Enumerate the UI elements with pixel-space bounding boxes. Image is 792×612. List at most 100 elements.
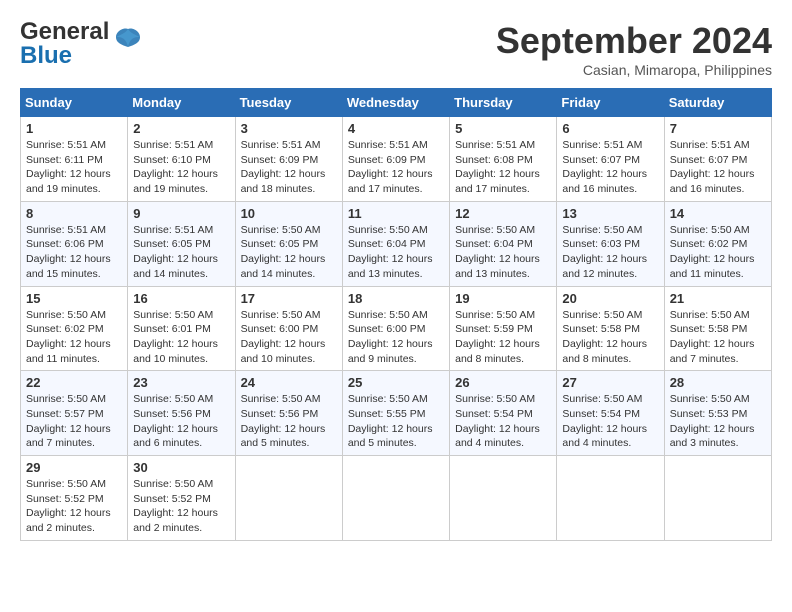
calendar-cell: 28 Sunrise: 5:50 AM Sunset: 5:53 PM Dayl… [664, 371, 771, 456]
calendar-cell: 5 Sunrise: 5:51 AM Sunset: 6:08 PM Dayli… [450, 117, 557, 202]
day-number: 16 [133, 291, 229, 306]
calendar-cell: 8 Sunrise: 5:51 AM Sunset: 6:06 PM Dayli… [21, 201, 128, 286]
col-sunday: Sunday [21, 89, 128, 117]
calendar-week-3: 15 Sunrise: 5:50 AM Sunset: 6:02 PM Dayl… [21, 286, 772, 371]
day-number: 15 [26, 291, 122, 306]
day-number: 1 [26, 121, 122, 136]
day-number: 25 [348, 375, 444, 390]
day-info: Sunrise: 5:50 AM Sunset: 5:52 PM Dayligh… [133, 477, 229, 536]
calendar-cell: 27 Sunrise: 5:50 AM Sunset: 5:54 PM Dayl… [557, 371, 664, 456]
calendar-cell [235, 456, 342, 541]
day-info: Sunrise: 5:50 AM Sunset: 5:58 PM Dayligh… [562, 308, 658, 367]
calendar-cell: 4 Sunrise: 5:51 AM Sunset: 6:09 PM Dayli… [342, 117, 449, 202]
calendar-cell: 21 Sunrise: 5:50 AM Sunset: 5:58 PM Dayl… [664, 286, 771, 371]
calendar-cell: 17 Sunrise: 5:50 AM Sunset: 6:00 PM Dayl… [235, 286, 342, 371]
calendar-cell: 24 Sunrise: 5:50 AM Sunset: 5:56 PM Dayl… [235, 371, 342, 456]
day-info: Sunrise: 5:50 AM Sunset: 5:54 PM Dayligh… [562, 392, 658, 451]
day-number: 4 [348, 121, 444, 136]
calendar-cell: 18 Sunrise: 5:50 AM Sunset: 6:00 PM Dayl… [342, 286, 449, 371]
calendar-cell: 23 Sunrise: 5:50 AM Sunset: 5:56 PM Dayl… [128, 371, 235, 456]
page-header: General Blue September 2024 Casian, Mima… [20, 20, 772, 78]
day-info: Sunrise: 5:50 AM Sunset: 6:03 PM Dayligh… [562, 223, 658, 282]
day-number: 6 [562, 121, 658, 136]
day-info: Sunrise: 5:50 AM Sunset: 6:05 PM Dayligh… [241, 223, 337, 282]
day-info: Sunrise: 5:51 AM Sunset: 6:07 PM Dayligh… [562, 138, 658, 197]
day-info: Sunrise: 5:50 AM Sunset: 6:04 PM Dayligh… [348, 223, 444, 282]
calendar-cell: 26 Sunrise: 5:50 AM Sunset: 5:54 PM Dayl… [450, 371, 557, 456]
day-info: Sunrise: 5:51 AM Sunset: 6:11 PM Dayligh… [26, 138, 122, 197]
calendar-table: Sunday Monday Tuesday Wednesday Thursday… [20, 88, 772, 541]
calendar-cell: 10 Sunrise: 5:50 AM Sunset: 6:05 PM Dayl… [235, 201, 342, 286]
day-number: 2 [133, 121, 229, 136]
day-number: 10 [241, 206, 337, 221]
day-info: Sunrise: 5:51 AM Sunset: 6:10 PM Dayligh… [133, 138, 229, 197]
day-info: Sunrise: 5:50 AM Sunset: 5:53 PM Dayligh… [670, 392, 766, 451]
day-info: Sunrise: 5:50 AM Sunset: 5:54 PM Dayligh… [455, 392, 551, 451]
day-number: 26 [455, 375, 551, 390]
day-info: Sunrise: 5:50 AM Sunset: 5:56 PM Dayligh… [133, 392, 229, 451]
calendar-cell: 13 Sunrise: 5:50 AM Sunset: 6:03 PM Dayl… [557, 201, 664, 286]
logo: General Blue [20, 20, 142, 68]
calendar-cell: 14 Sunrise: 5:50 AM Sunset: 6:02 PM Dayl… [664, 201, 771, 286]
month-title: September 2024 [496, 20, 772, 62]
day-number: 29 [26, 460, 122, 475]
calendar-cell [342, 456, 449, 541]
day-number: 28 [670, 375, 766, 390]
day-info: Sunrise: 5:50 AM Sunset: 6:02 PM Dayligh… [26, 308, 122, 367]
calendar-week-4: 22 Sunrise: 5:50 AM Sunset: 5:57 PM Dayl… [21, 371, 772, 456]
day-number: 14 [670, 206, 766, 221]
day-number: 20 [562, 291, 658, 306]
logo-blue: Blue [20, 42, 72, 69]
day-number: 17 [241, 291, 337, 306]
day-number: 18 [348, 291, 444, 306]
calendar-cell: 25 Sunrise: 5:50 AM Sunset: 5:55 PM Dayl… [342, 371, 449, 456]
calendar-cell [450, 456, 557, 541]
day-info: Sunrise: 5:51 AM Sunset: 6:07 PM Dayligh… [670, 138, 766, 197]
day-number: 9 [133, 206, 229, 221]
calendar-cell [664, 456, 771, 541]
calendar-cell: 11 Sunrise: 5:50 AM Sunset: 6:04 PM Dayl… [342, 201, 449, 286]
day-info: Sunrise: 5:51 AM Sunset: 6:09 PM Dayligh… [241, 138, 337, 197]
day-info: Sunrise: 5:51 AM Sunset: 6:08 PM Dayligh… [455, 138, 551, 197]
day-number: 3 [241, 121, 337, 136]
col-monday: Monday [128, 89, 235, 117]
day-info: Sunrise: 5:50 AM Sunset: 6:01 PM Dayligh… [133, 308, 229, 367]
col-saturday: Saturday [664, 89, 771, 117]
calendar-cell: 29 Sunrise: 5:50 AM Sunset: 5:52 PM Dayl… [21, 456, 128, 541]
col-thursday: Thursday [450, 89, 557, 117]
day-number: 5 [455, 121, 551, 136]
calendar-week-2: 8 Sunrise: 5:51 AM Sunset: 6:06 PM Dayli… [21, 201, 772, 286]
day-info: Sunrise: 5:50 AM Sunset: 6:02 PM Dayligh… [670, 223, 766, 282]
day-info: Sunrise: 5:51 AM Sunset: 6:05 PM Dayligh… [133, 223, 229, 282]
calendar-cell: 15 Sunrise: 5:50 AM Sunset: 6:02 PM Dayl… [21, 286, 128, 371]
title-block: September 2024 Casian, Mimaropa, Philipp… [496, 20, 772, 78]
location: Casian, Mimaropa, Philippines [496, 62, 772, 78]
calendar-cell: 2 Sunrise: 5:51 AM Sunset: 6:10 PM Dayli… [128, 117, 235, 202]
day-number: 13 [562, 206, 658, 221]
col-wednesday: Wednesday [342, 89, 449, 117]
calendar-week-1: 1 Sunrise: 5:51 AM Sunset: 6:11 PM Dayli… [21, 117, 772, 202]
calendar-cell: 6 Sunrise: 5:51 AM Sunset: 6:07 PM Dayli… [557, 117, 664, 202]
calendar-cell: 30 Sunrise: 5:50 AM Sunset: 5:52 PM Dayl… [128, 456, 235, 541]
calendar-cell: 3 Sunrise: 5:51 AM Sunset: 6:09 PM Dayli… [235, 117, 342, 202]
day-info: Sunrise: 5:50 AM Sunset: 6:00 PM Dayligh… [348, 308, 444, 367]
day-number: 23 [133, 375, 229, 390]
day-info: Sunrise: 5:50 AM Sunset: 5:59 PM Dayligh… [455, 308, 551, 367]
day-info: Sunrise: 5:50 AM Sunset: 5:52 PM Dayligh… [26, 477, 122, 536]
logo-name: General Blue [20, 20, 109, 68]
calendar-cell: 1 Sunrise: 5:51 AM Sunset: 6:11 PM Dayli… [21, 117, 128, 202]
calendar-cell: 19 Sunrise: 5:50 AM Sunset: 5:59 PM Dayl… [450, 286, 557, 371]
day-info: Sunrise: 5:50 AM Sunset: 5:58 PM Dayligh… [670, 308, 766, 367]
calendar-week-5: 29 Sunrise: 5:50 AM Sunset: 5:52 PM Dayl… [21, 456, 772, 541]
day-number: 12 [455, 206, 551, 221]
day-number: 22 [26, 375, 122, 390]
day-number: 27 [562, 375, 658, 390]
col-tuesday: Tuesday [235, 89, 342, 117]
logo-general: General [20, 18, 109, 45]
day-number: 21 [670, 291, 766, 306]
day-info: Sunrise: 5:51 AM Sunset: 6:06 PM Dayligh… [26, 223, 122, 282]
day-number: 19 [455, 291, 551, 306]
day-info: Sunrise: 5:50 AM Sunset: 6:00 PM Dayligh… [241, 308, 337, 367]
calendar-cell [557, 456, 664, 541]
day-info: Sunrise: 5:50 AM Sunset: 5:56 PM Dayligh… [241, 392, 337, 451]
